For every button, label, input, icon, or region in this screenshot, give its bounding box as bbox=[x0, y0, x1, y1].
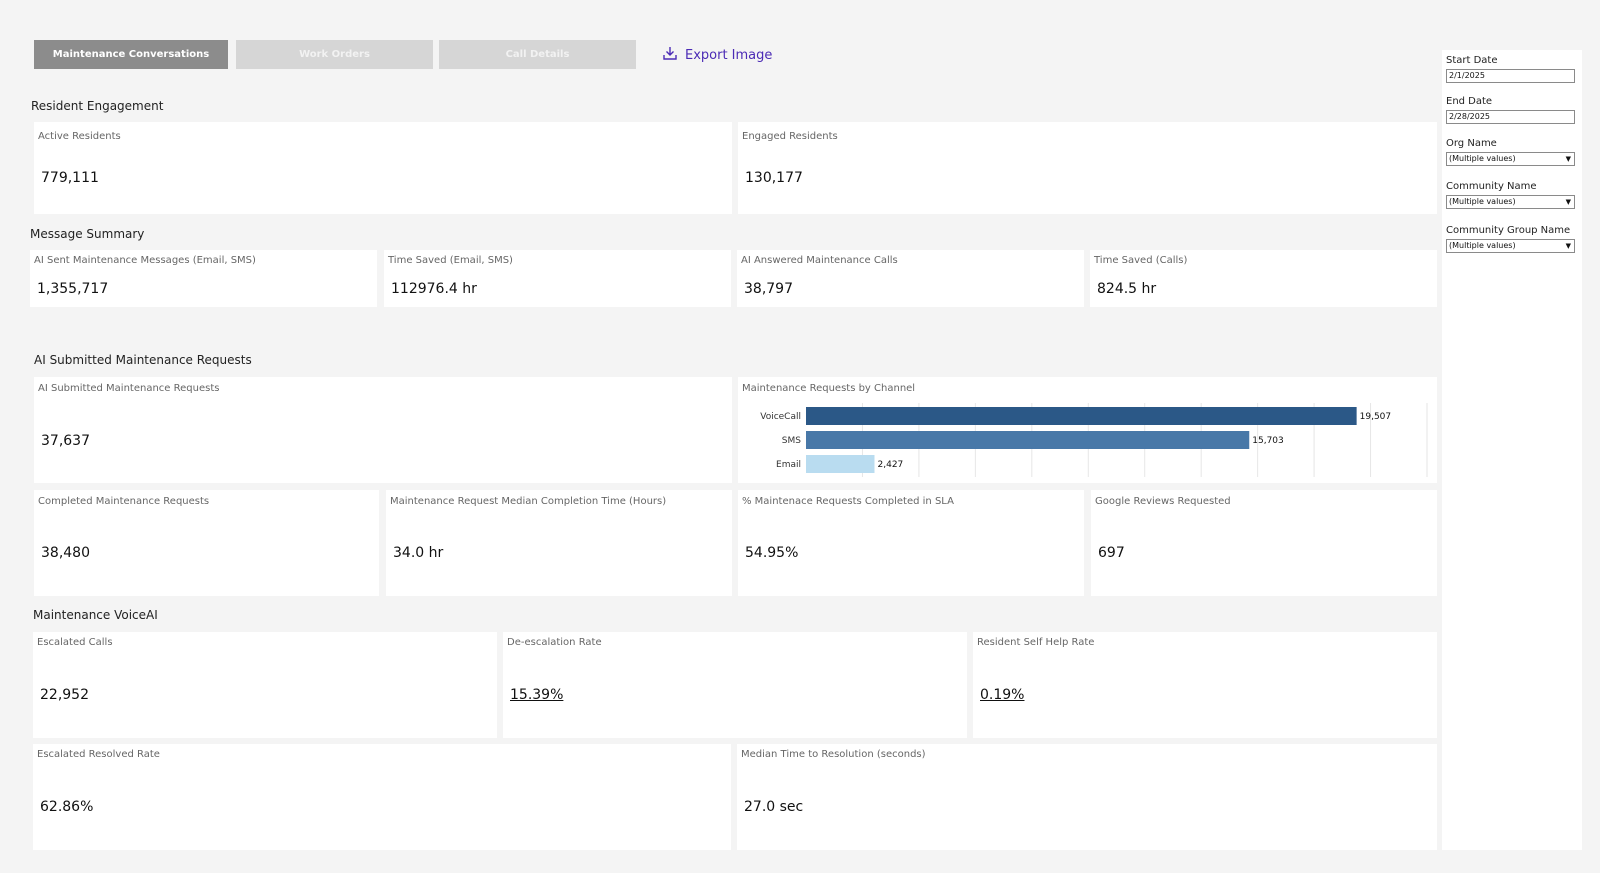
export-image-button[interactable]: Export Image bbox=[663, 46, 772, 64]
kpi-label: Completed Maintenance Requests bbox=[38, 496, 210, 507]
bar-value-label: 2,427 bbox=[878, 460, 904, 470]
org-name-select[interactable]: (Multiple values) ▼ bbox=[1446, 152, 1575, 166]
kpi-value: 1,355,717 bbox=[37, 281, 109, 297]
community-group-value: (Multiple values) bbox=[1449, 241, 1516, 250]
kpi-time-saved-calls: Time Saved (Calls) 824.5 hr bbox=[1090, 250, 1437, 307]
kpi-completed-requests: Completed Maintenance Requests 38,480 bbox=[34, 490, 379, 596]
category-label: SMS bbox=[782, 436, 801, 446]
bar-email[interactable] bbox=[806, 455, 875, 473]
kpi-value: 54.95% bbox=[745, 545, 799, 561]
tab-work-orders[interactable]: Work Orders bbox=[236, 40, 433, 69]
kpi-value: 697 bbox=[1098, 545, 1125, 561]
community-name-select[interactable]: (Multiple values) ▼ bbox=[1446, 195, 1575, 209]
kpi-ai-answered-calls: AI Answered Maintenance Calls 38,797 bbox=[737, 250, 1084, 307]
filters-panel: Start Date 2/1/2025 End Date 2/28/2025 O… bbox=[1442, 50, 1582, 850]
kpi-label: Maintenance Request Median Completion Ti… bbox=[390, 496, 667, 507]
category-label: VoiceCall bbox=[760, 412, 801, 422]
bar-sms[interactable] bbox=[806, 431, 1250, 449]
kpi-label: Engaged Residents bbox=[742, 131, 838, 142]
kpi-label: AI Answered Maintenance Calls bbox=[741, 255, 898, 266]
kpi-value: 779,111 bbox=[41, 170, 99, 186]
kpi-label: % Maintenace Requests Completed in SLA bbox=[742, 496, 954, 507]
community-group-label: Community Group Name bbox=[1446, 225, 1571, 236]
channel-chart-card: Maintenance Requests by Channel VoiceCal… bbox=[738, 377, 1437, 483]
kpi-value: 27.0 sec bbox=[744, 799, 804, 815]
download-icon bbox=[663, 46, 677, 64]
kpi-label: Escalated Resolved Rate bbox=[37, 749, 160, 760]
chevron-down-icon: ▼ bbox=[1565, 155, 1571, 163]
deescalation-rate-link[interactable]: 15.39% bbox=[510, 687, 563, 703]
end-date-label: End Date bbox=[1446, 96, 1493, 107]
kpi-label: Active Residents bbox=[38, 131, 121, 142]
kpi-deescalation-rate: De-escalation Rate 15.39% bbox=[503, 632, 967, 738]
kpi-value: 37,637 bbox=[41, 433, 90, 449]
bar-value-label: 15,703 bbox=[1252, 436, 1284, 446]
kpi-label: Escalated Calls bbox=[37, 637, 113, 648]
export-image-label: Export Image bbox=[685, 47, 773, 63]
kpi-self-help-rate: Resident Self Help Rate 0.19% bbox=[973, 632, 1437, 738]
kpi-value: 62.86% bbox=[40, 799, 94, 815]
chevron-down-icon: ▼ bbox=[1565, 242, 1571, 250]
end-date-input[interactable]: 2/28/2025 bbox=[1446, 110, 1575, 124]
kpi-engaged-residents: Engaged Residents 130,177 bbox=[738, 122, 1437, 214]
bar-value-label: 19,507 bbox=[1360, 412, 1392, 422]
section-title-message-summary: Message Summary bbox=[30, 227, 145, 241]
kpi-label: Median Time to Resolution (seconds) bbox=[741, 749, 926, 760]
community-group-select[interactable]: (Multiple values) ▼ bbox=[1446, 239, 1575, 253]
kpi-value: 38,480 bbox=[41, 545, 90, 561]
start-date-input[interactable]: 2/1/2025 bbox=[1446, 69, 1575, 83]
self-help-rate-link[interactable]: 0.19% bbox=[980, 687, 1024, 703]
kpi-value: 824.5 hr bbox=[1097, 281, 1157, 297]
kpi-label: AI Sent Maintenance Messages (Email, SMS… bbox=[34, 255, 256, 266]
org-name-value: (Multiple values) bbox=[1449, 154, 1516, 163]
kpi-value: 130,177 bbox=[745, 170, 803, 186]
kpi-escalated-resolved: Escalated Resolved Rate 62.86% bbox=[33, 744, 731, 850]
tab-maintenance-conversations[interactable]: Maintenance Conversations bbox=[34, 40, 228, 69]
channel-bar-chart: VoiceCall 19,507 SMS 15,703 Email 2,427 bbox=[760, 403, 1428, 477]
kpi-value: 22,952 bbox=[40, 687, 89, 703]
section-title-ai-submitted: AI Submitted Maintenance Requests bbox=[34, 353, 252, 367]
section-title-resident-engagement: Resident Engagement bbox=[31, 99, 164, 113]
kpi-label: Time Saved (Calls) bbox=[1094, 255, 1188, 266]
kpi-median-resolution: Median Time to Resolution (seconds) 27.0… bbox=[737, 744, 1437, 850]
kpi-google-reviews: Google Reviews Requested 697 bbox=[1091, 490, 1437, 596]
tab-call-details[interactable]: Call Details bbox=[439, 40, 636, 69]
kpi-ai-sent-messages: AI Sent Maintenance Messages (Email, SMS… bbox=[30, 250, 377, 307]
bar-voicecall[interactable] bbox=[806, 407, 1357, 425]
community-name-value: (Multiple values) bbox=[1449, 197, 1516, 206]
kpi-active-residents: Active Residents 779,111 bbox=[34, 122, 732, 214]
category-label: Email bbox=[776, 460, 801, 470]
kpi-value: 34.0 hr bbox=[393, 545, 444, 561]
kpi-time-saved-email-sms: Time Saved (Email, SMS) 112976.4 hr bbox=[384, 250, 731, 307]
kpi-label: Resident Self Help Rate bbox=[977, 637, 1095, 648]
kpi-value: 112976.4 hr bbox=[391, 281, 477, 297]
kpi-label: De-escalation Rate bbox=[507, 637, 602, 648]
org-name-label: Org Name bbox=[1446, 138, 1497, 149]
kpi-label: Google Reviews Requested bbox=[1095, 496, 1231, 507]
kpi-value: 38,797 bbox=[744, 281, 793, 297]
start-date-label: Start Date bbox=[1446, 55, 1498, 66]
kpi-pct-in-sla: % Maintenace Requests Completed in SLA 5… bbox=[738, 490, 1084, 596]
kpi-label: Time Saved (Email, SMS) bbox=[388, 255, 513, 266]
section-title-voiceai: Maintenance VoiceAI bbox=[33, 608, 158, 622]
chevron-down-icon: ▼ bbox=[1565, 198, 1571, 206]
kpi-ai-submitted-requests: AI Submitted Maintenance Requests 37,637 bbox=[34, 377, 732, 483]
kpi-escalated-calls: Escalated Calls 22,952 bbox=[33, 632, 497, 738]
kpi-label: AI Submitted Maintenance Requests bbox=[38, 383, 220, 394]
community-name-label: Community Name bbox=[1446, 181, 1537, 192]
kpi-median-completion: Maintenance Request Median Completion Ti… bbox=[386, 490, 732, 596]
